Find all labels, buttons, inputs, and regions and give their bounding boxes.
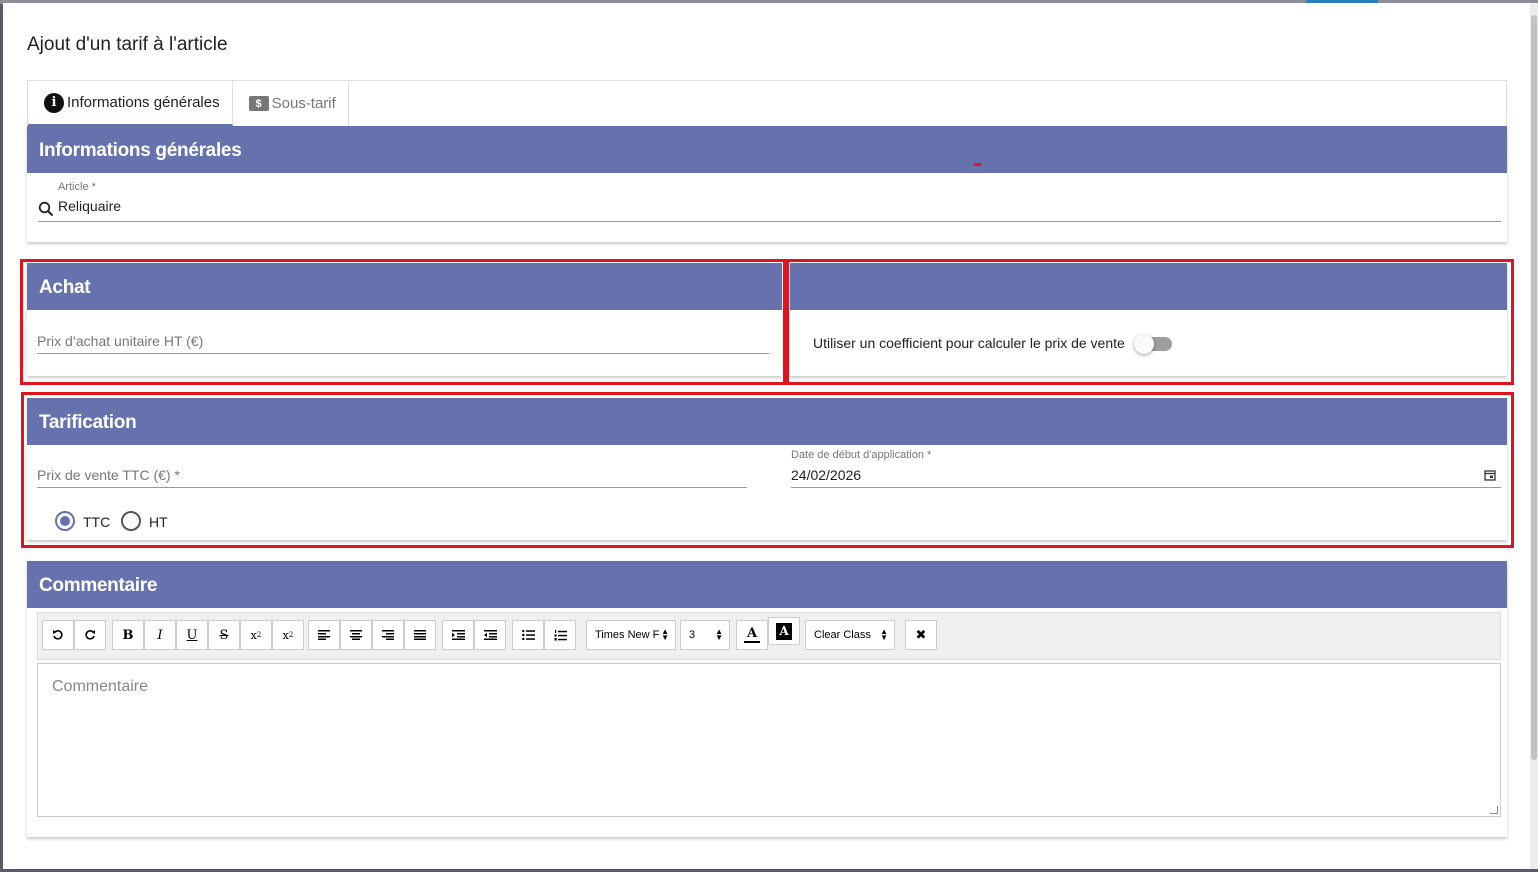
search-icon [38,201,54,217]
bullet-list-icon [521,630,535,640]
indent-icon [451,630,465,640]
select-arrows-icon: ▲ ▼ [661,627,669,642]
font-family-value: Times New F [595,629,660,641]
comment-textarea[interactable]: Commentaire [37,663,1501,817]
select-arrows-icon: ▲ ▼ [880,627,888,642]
text-color-bar [744,641,760,643]
undo-icon [53,630,63,640]
class-select[interactable]: Clear Class ▲ ▼ [805,620,895,650]
article-input[interactable]: Reliquaire [58,198,121,214]
numbered-list-button[interactable] [544,620,576,650]
add-tariff-modal: Ajout d'un tarif à l'article i Informati… [3,3,1530,869]
scrollbar-thumb[interactable] [1531,15,1537,760]
highlight-box-tarification [21,392,1514,548]
undo-button[interactable] [42,620,74,650]
redo-icon [85,630,95,640]
align-left-icon [318,630,330,640]
strikethrough-button[interactable]: S [208,620,240,650]
comment-placeholder: Commentaire [52,678,149,695]
align-center-icon [350,630,362,640]
bold-button[interactable]: B [112,620,144,650]
section-header: Informations générales [27,126,1507,173]
modal-title: Ajout d'un tarif à l'article [27,34,228,55]
red-marker [974,163,981,166]
section-header: Commentaire [27,561,1507,608]
close-icon: ✖ [915,627,927,643]
class-value: Clear Class [814,629,871,641]
outdent-icon [483,630,497,640]
article-underline [38,221,1501,222]
clear-format-button[interactable]: ✖ [905,620,937,650]
tab-bar: i Informations générales $ Sous-tarif [27,80,1507,126]
background-color-icon: A [776,622,792,640]
align-right-button[interactable] [372,620,404,650]
underline-button[interactable]: U [176,620,208,650]
redo-button[interactable] [74,620,106,650]
font-size-value: 3 [689,629,696,641]
scrollbar[interactable] [1530,3,1538,869]
bullet-list-button[interactable] [512,620,544,650]
tab-sous-tarif[interactable]: $ Sous-tarif [233,81,349,126]
highlight-box-coefficient [786,259,1514,385]
background-color-button[interactable]: A [768,617,800,645]
italic-button[interactable]: I [144,620,176,650]
align-justify-button[interactable] [404,620,436,650]
indent-button[interactable] [442,620,474,650]
align-justify-icon [414,630,426,640]
font-family-select[interactable]: Times New F ▲ ▼ [586,620,676,650]
money-icon: $ [248,96,269,111]
superscript-button[interactable]: x2 [272,620,304,650]
resize-handle-icon[interactable] [1490,806,1498,814]
info-icon: i [44,92,64,113]
align-center-button[interactable] [340,620,372,650]
tab-label: Informations générales [67,94,220,111]
numbered-list-icon [554,629,567,640]
align-left-button[interactable] [308,620,340,650]
select-arrows-icon: ▲ ▼ [715,627,723,642]
tab-label: Sous-tarif [271,95,336,112]
highlight-box-achat [20,259,786,385]
font-size-select[interactable]: 3 ▲ ▼ [680,620,730,650]
article-label: Article * [58,181,96,193]
tab-informations-generales[interactable]: i Informations générales [28,81,233,126]
text-color-icon: A [746,626,758,641]
text-color-button[interactable]: A [736,620,768,650]
align-right-icon [382,630,394,640]
general-info-card: Informations générales Article * Reliqua… [27,126,1507,242]
outdent-button[interactable] [474,620,506,650]
editor-toolbar: B I U S x2 x2 Times New F ▲ ▼ 3 ▲ ▼ A A … [37,612,1501,660]
subscript-button[interactable]: x2 [240,620,272,650]
